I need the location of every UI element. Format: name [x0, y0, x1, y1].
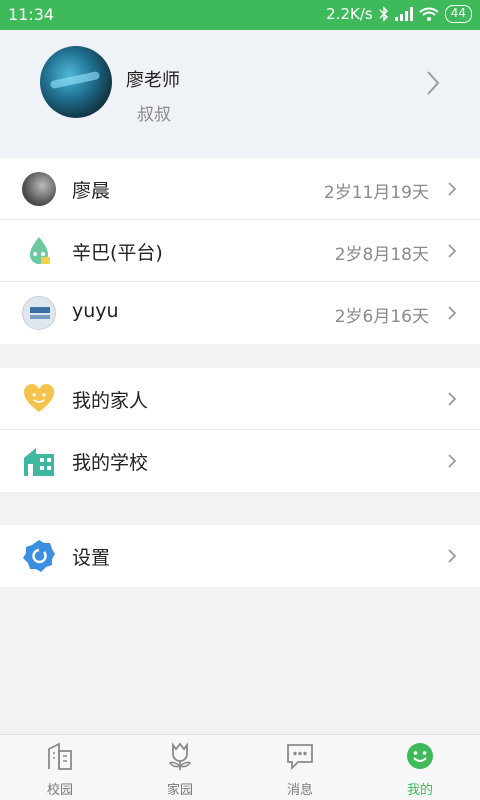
- battery-indicator: 44: [444, 5, 472, 23]
- network-speed: 2.2K/s: [326, 5, 373, 23]
- signal-icon: [394, 7, 413, 21]
- status-indicators: 2.2K/s 44: [326, 5, 472, 23]
- tab-label: 我的: [406, 783, 433, 798]
- child-avatar: [22, 172, 56, 206]
- heart-icon: [24, 384, 54, 412]
- tab-home[interactable]: 家园: [120, 735, 240, 800]
- child-row[interactable]: 廖晨 2岁11月19天: [0, 158, 480, 220]
- children-list: 廖晨 2岁11月19天 辛巴(平台) 2岁8月18天 yuyu 2岁6月16天: [0, 158, 480, 344]
- child-name: yuyu: [72, 300, 119, 322]
- tab-label: 消息: [286, 783, 313, 798]
- chevron-right-icon: [448, 454, 456, 468]
- menu-group: 我的家人 我的学校: [0, 368, 480, 492]
- bluetooth-icon: [379, 6, 388, 22]
- child-age: 2岁11月19天: [323, 183, 429, 203]
- my-family-row[interactable]: 我的家人: [0, 368, 480, 430]
- chevron-right-icon: [448, 392, 456, 406]
- my-family-label: 我的家人: [72, 390, 149, 412]
- flower-icon: [168, 742, 192, 770]
- child-row[interactable]: 辛巴(平台) 2岁8月18天: [0, 220, 480, 282]
- chevron-right-icon: [448, 244, 456, 258]
- tab-label: 家园: [166, 783, 193, 798]
- child-row[interactable]: yuyu 2岁6月16天: [0, 282, 480, 344]
- child-name: 廖晨: [72, 180, 111, 202]
- tab-messages[interactable]: 消息: [240, 735, 360, 800]
- settings-label: 设置: [72, 547, 111, 569]
- chat-icon: [287, 744, 313, 771]
- child-avatar: [22, 296, 56, 330]
- building-icon: [48, 742, 72, 770]
- my-school-row[interactable]: 我的学校: [0, 430, 480, 492]
- tab-me[interactable]: 我的: [360, 735, 480, 800]
- child-avatar: [30, 237, 50, 264]
- profile-avatar[interactable]: [40, 46, 112, 118]
- profile-name: 廖老师: [126, 70, 180, 91]
- chevron-right-icon[interactable]: [426, 70, 440, 96]
- school-icon: [24, 448, 54, 476]
- settings-group: 设置: [0, 525, 480, 587]
- tab-label: 校园: [46, 783, 73, 798]
- smile-icon: [407, 743, 433, 769]
- profile-header[interactable]: 廖老师 叔叔: [0, 30, 480, 158]
- chevron-right-icon: [448, 306, 456, 320]
- child-name: 辛巴(平台): [72, 242, 163, 264]
- tab-campus[interactable]: 校园: [0, 735, 120, 800]
- child-age: 2岁6月16天: [334, 307, 429, 327]
- gear-icon: [23, 540, 55, 572]
- wifi-icon: [419, 7, 439, 21]
- child-age: 2岁8月18天: [334, 245, 429, 265]
- status-time: 11:34: [8, 5, 55, 24]
- profile-role: 叔叔: [137, 105, 171, 125]
- chevron-right-icon: [448, 182, 456, 196]
- status-bar: 11:34 2.2K/s 44: [0, 0, 480, 30]
- my-school-label: 我的学校: [72, 452, 149, 474]
- bottom-tab-bar: 校园 家园 消息 我的: [0, 734, 480, 800]
- chevron-right-icon: [448, 549, 456, 563]
- settings-row[interactable]: 设置: [0, 525, 480, 587]
